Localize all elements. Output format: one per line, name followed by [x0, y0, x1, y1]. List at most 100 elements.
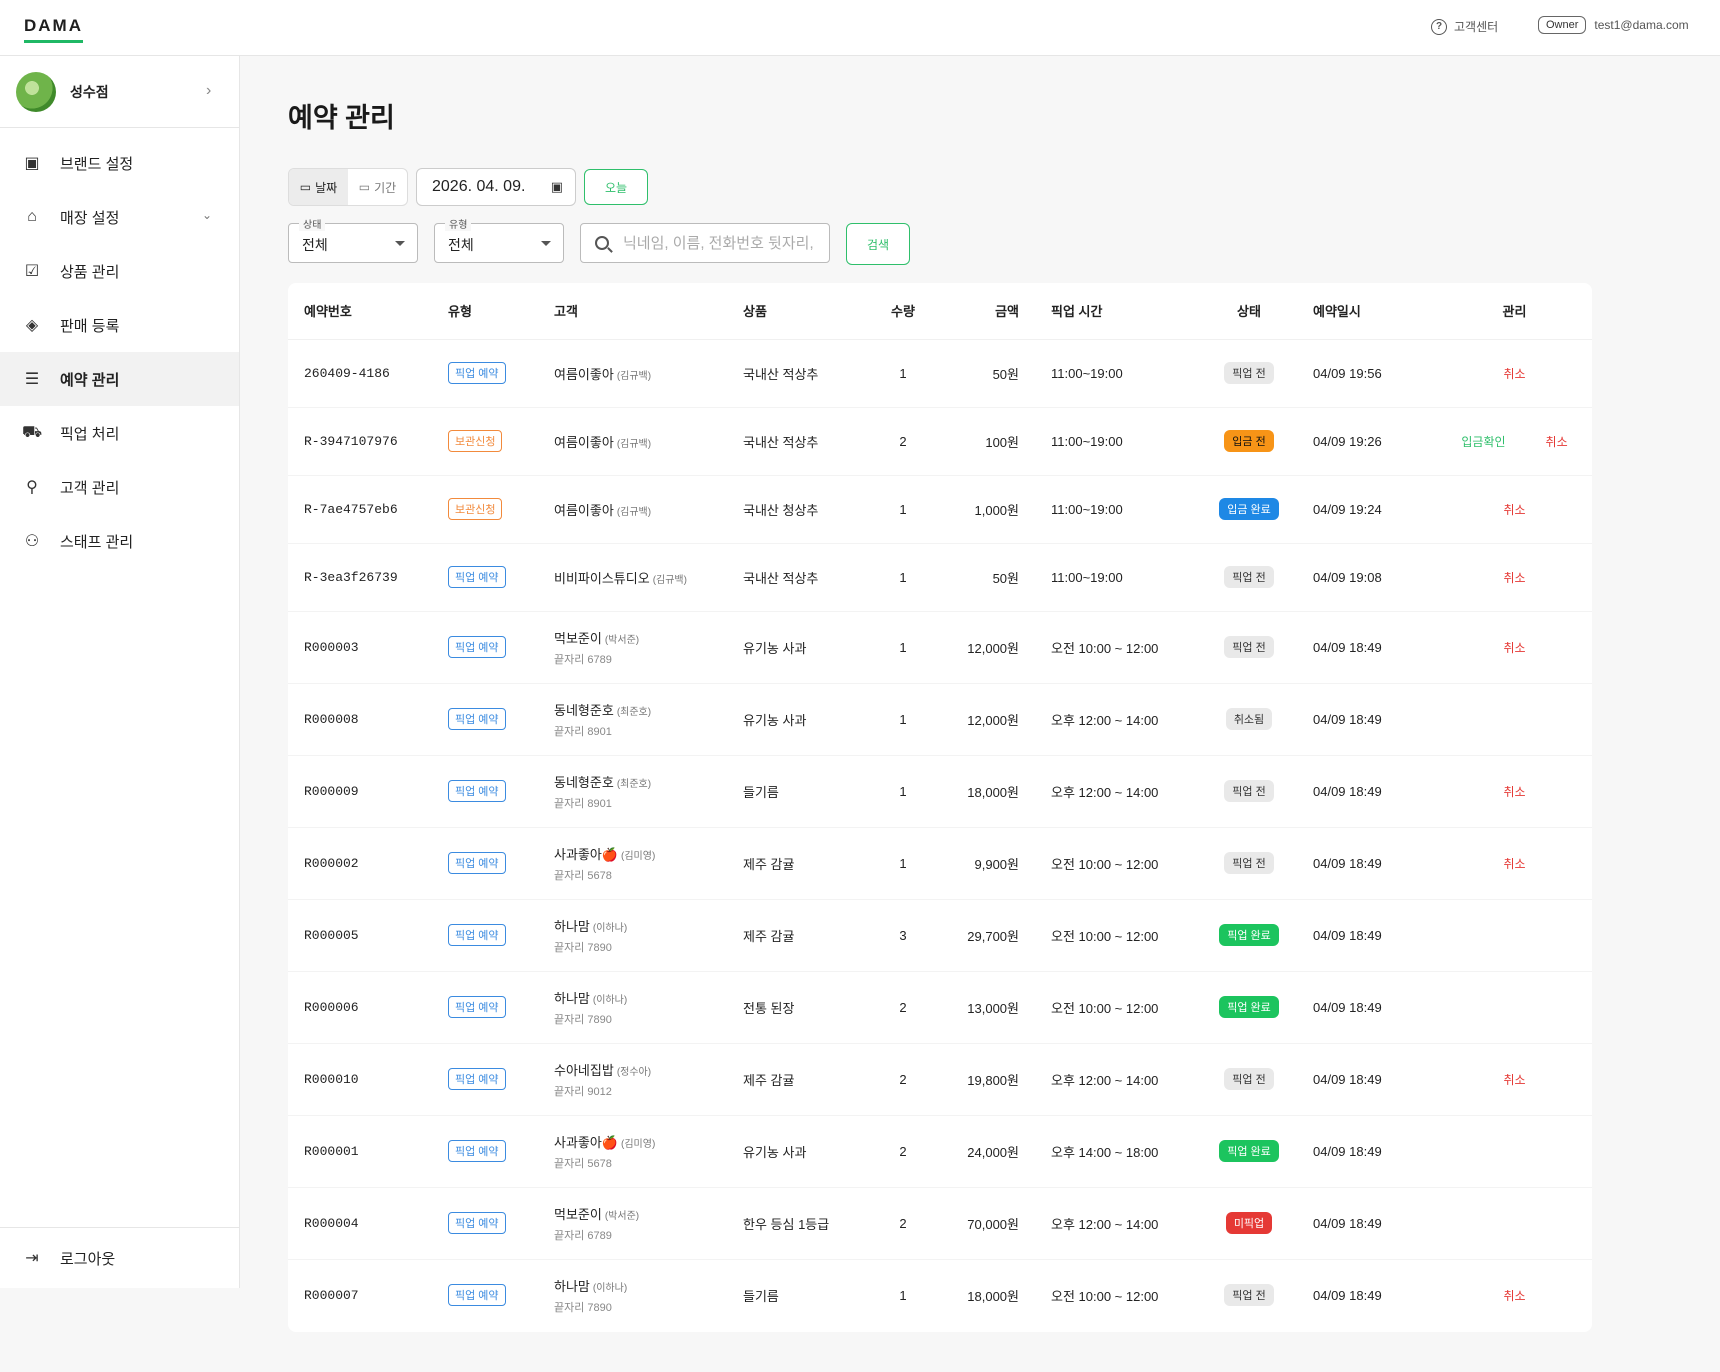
- type-badge: 픽업 예약: [448, 1284, 506, 1307]
- logo[interactable]: DAMA: [24, 16, 83, 43]
- product-name: 유기농 사과: [727, 611, 871, 684]
- column-header: 관리: [1437, 283, 1592, 340]
- product-name: 제주 감귤: [727, 827, 871, 900]
- date-picker[interactable]: 2026. 04. 09. ▣: [416, 168, 576, 206]
- reservation-id: R000001: [288, 1115, 432, 1188]
- type-select-value: 전체: [448, 237, 474, 253]
- type-cell: 보관신청: [432, 475, 538, 544]
- customer-cell: 먹보준이 (박서준) 끝자리 6789: [538, 1187, 727, 1260]
- customer-line: 여름이좋아 (김규백): [554, 500, 727, 519]
- logout-icon: ⇥: [25, 1250, 39, 1267]
- amount: 13,000원: [935, 971, 1035, 1044]
- sidebar-item-7[interactable]: ⚲ 고객 관리: [0, 460, 239, 514]
- calendar-range-icon: ▭: [358, 180, 371, 194]
- reservation-id: 260409-4186: [288, 339, 432, 408]
- customer-cell: 하나맘 (이하나) 끝자리 7890: [538, 971, 727, 1044]
- seg-date-label: 날짜: [315, 180, 338, 195]
- type-select[interactable]: 유형 전체: [434, 216, 564, 263]
- logout-button[interactable]: ⇥ 로그아웃: [0, 1227, 239, 1288]
- status-cell: 미픽업: [1201, 1187, 1297, 1260]
- confirm-payment-button[interactable]: 입금확인: [1461, 435, 1505, 449]
- status-cell: 픽업 전: [1201, 1259, 1297, 1331]
- customer-real-name: (최준호): [616, 706, 652, 718]
- cancel-button[interactable]: 취소: [1546, 435, 1568, 449]
- customer-phone: 끝자리 5678: [554, 1157, 612, 1170]
- status-cell: 픽업 전: [1201, 611, 1297, 684]
- sidebar-item-6[interactable]: ⛟ 픽업 처리: [0, 406, 239, 460]
- reservation-datetime: 04/09 19:26: [1297, 407, 1437, 476]
- customer-phone: 끝자리 9012: [554, 1085, 612, 1098]
- cancel-button[interactable]: 취소: [1503, 785, 1525, 799]
- brand-icon: ▣: [24, 155, 40, 172]
- customer-real-name: (박서준): [604, 634, 640, 646]
- sidebar-item-8[interactable]: ⚇ 스태프 관리: [0, 514, 239, 568]
- cancel-button[interactable]: 취소: [1503, 641, 1525, 655]
- amount: 24,000원: [935, 1115, 1035, 1188]
- search-button[interactable]: 검색: [846, 223, 910, 265]
- cancel-button[interactable]: 취소: [1503, 1289, 1525, 1303]
- sidebar-item-4[interactable]: ◈ 판매 등록: [0, 298, 239, 352]
- reservation-datetime: 04/09 19:56: [1297, 339, 1437, 408]
- status-badge: 픽업 전: [1224, 362, 1274, 384]
- customer-search-icon: ⚲: [26, 479, 38, 496]
- cancel-button[interactable]: 취소: [1503, 1073, 1525, 1087]
- table-row: R000002 픽업 예약 사과좋아🍎 (김미영) 끝자리 5678 제주 감귤 1 9,90…: [288, 827, 1592, 900]
- table-row: R000010 픽업 예약 수아네집밥 (정수아) 끝자리 9012 제주 감귤 2 19,8…: [288, 1043, 1592, 1116]
- sidebar-item-1[interactable]: ▣ 브랜드 설정: [0, 136, 239, 190]
- column-header: 픽업 시간: [1035, 283, 1201, 340]
- type-badge: 픽업 예약: [448, 1068, 506, 1090]
- reservation-id: R000002: [288, 827, 432, 900]
- store-selector[interactable]: 성수점 ›: [0, 56, 239, 128]
- table-row: 260409-4186 픽업 예약 여름이좋아 (김규백) 국내산 적상추 1 50원 11:…: [288, 339, 1592, 408]
- customer-cell: 여름이좋아 (김규백): [538, 339, 727, 408]
- cancel-button[interactable]: 취소: [1503, 857, 1525, 871]
- status-badge: 취소됨: [1225, 708, 1273, 730]
- sidebar-item-label: 매장 설정: [60, 209, 120, 227]
- today-button[interactable]: 오늘: [584, 169, 648, 205]
- table-row: R000008 픽업 예약 동네형준호 (최준호) 끝자리 8901 유기농 사과 1 12,…: [288, 683, 1592, 756]
- sidebar-item-5[interactable]: ☰ 예약 관리: [0, 352, 239, 406]
- sidebar-item-3[interactable]: ☑ 상품 관리: [0, 244, 239, 298]
- seg-date-button[interactable]: ▭ 날짜: [289, 169, 348, 205]
- status-cell: 픽업 완료: [1201, 899, 1297, 972]
- account-info[interactable]: Owner test1@dama.com: [1538, 16, 1689, 34]
- customer-real-name: (김규백): [616, 370, 652, 382]
- reservation-id: R000009: [288, 755, 432, 828]
- pickup-time: 오전 10:00 ~ 12:00: [1035, 971, 1201, 1044]
- quantity: 1: [871, 611, 935, 684]
- pickup-time: 오전 10:00 ~ 12:00: [1035, 611, 1201, 684]
- customer-nickname: 사과좋아🍎: [554, 846, 619, 862]
- sidebar-item-label: 스태프 관리: [60, 533, 134, 551]
- status-cell: 픽업 전: [1201, 339, 1297, 408]
- account-email: test1@dama.com: [1594, 18, 1689, 32]
- reservation-id: R000010: [288, 1043, 432, 1116]
- chevron-right-icon: ›: [206, 82, 212, 99]
- clipboard-icon: ☑: [24, 263, 40, 280]
- table-row: R000004 픽업 예약 먹보준이 (박서준) 끝자리 6789 한우 등심 1등급 2 7…: [288, 1187, 1592, 1260]
- pickup-time: 오전 10:00 ~ 12:00: [1035, 827, 1201, 900]
- quantity: 1: [871, 827, 935, 900]
- pickup-time: 오후 12:00 ~ 14:00: [1035, 683, 1201, 756]
- help-center-link[interactable]: ? 고객센터: [1431, 18, 1498, 35]
- cancel-button[interactable]: 취소: [1503, 367, 1525, 381]
- help-center-label: 고객센터: [1454, 20, 1499, 34]
- sidebar-item-2[interactable]: ⌂ 매장 설정 ⌄: [0, 190, 239, 244]
- caret-down-icon: [395, 241, 405, 246]
- amount: 12,000원: [935, 611, 1035, 684]
- status-select[interactable]: 상태 전체: [288, 216, 418, 263]
- table-row: R000009 픽업 예약 동네형준호 (최준호) 끝자리 8901 들기름 1 18,000…: [288, 755, 1592, 828]
- cancel-button[interactable]: 취소: [1503, 503, 1525, 517]
- search-input[interactable]: [623, 234, 818, 252]
- amount: 9,900원: [935, 827, 1035, 900]
- caret-down-icon: [541, 241, 551, 246]
- quantity: 2: [871, 1043, 935, 1116]
- type-badge: 픽업 예약: [448, 924, 506, 946]
- cancel-button[interactable]: 취소: [1503, 571, 1525, 585]
- type-badge: 보관신청: [448, 430, 503, 452]
- product-name: 제주 감귤: [727, 1043, 871, 1116]
- product-name: 국내산 적상추: [727, 543, 871, 612]
- amount: 18,000원: [967, 1288, 1019, 1304]
- status-badge: 픽업 완료: [1219, 996, 1279, 1018]
- calendar-icon[interactable]: ▣: [551, 179, 563, 195]
- seg-period-button[interactable]: ▭ 기간: [348, 169, 407, 205]
